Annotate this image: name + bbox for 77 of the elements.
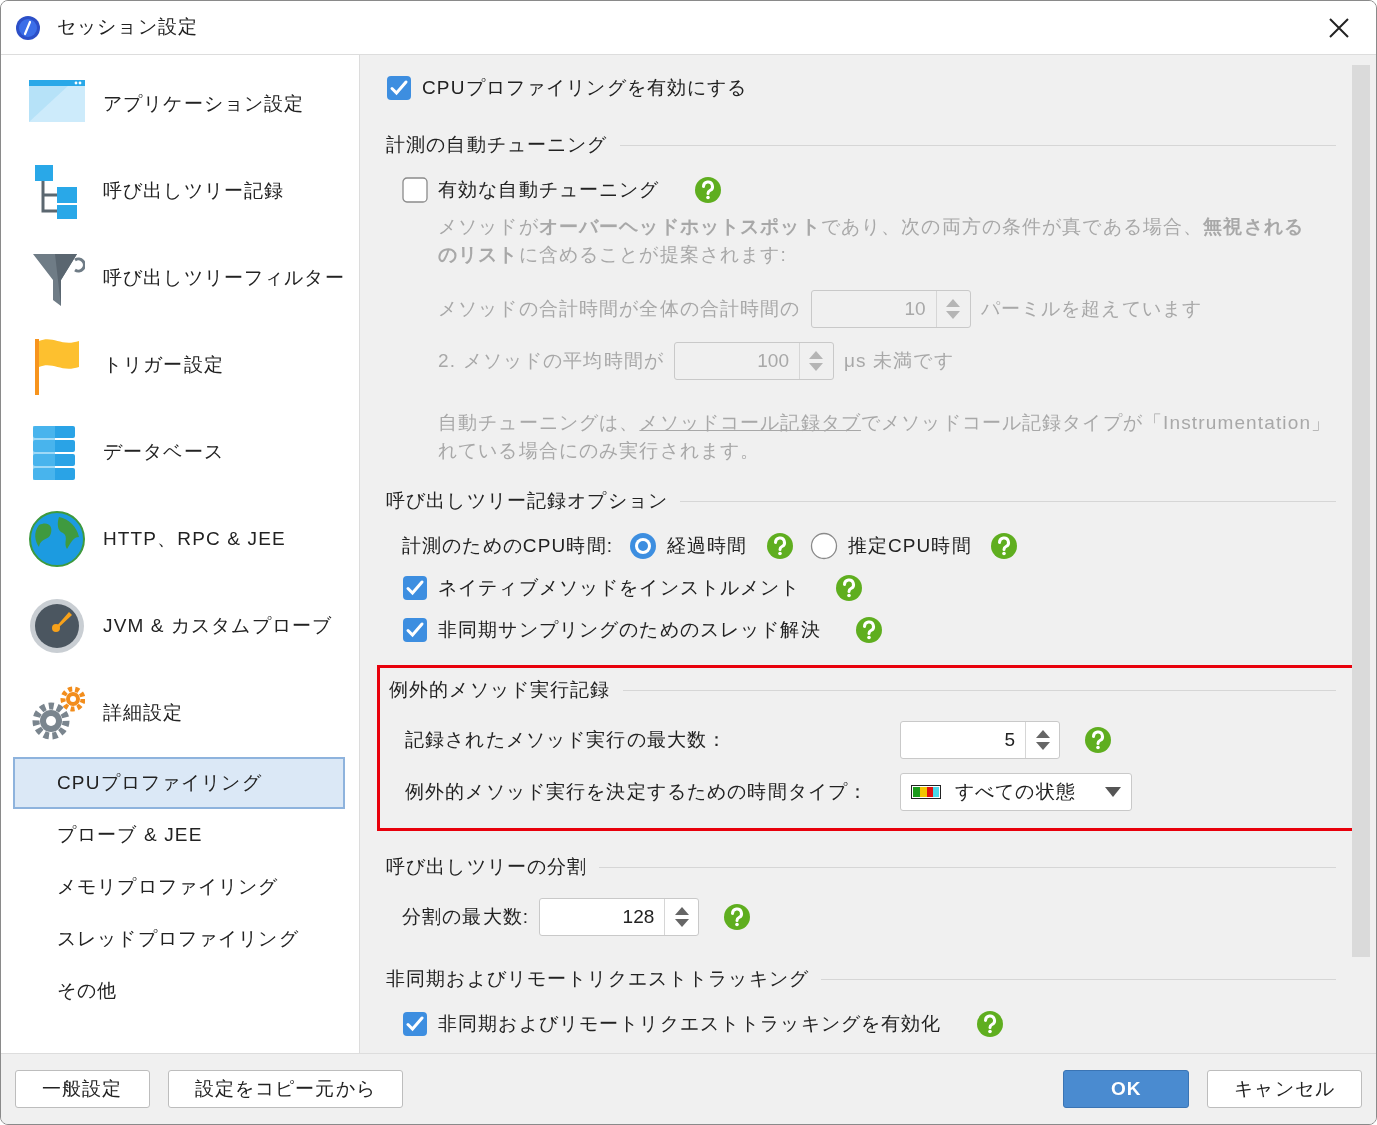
description-text: 自動チューニングは、メソッドコール記録タブでメソッドコール記録タイプが「Instrumentation」 れている場合にのみ実行されます。 [437, 411, 1333, 463]
dropdown-caret-icon [1105, 787, 1121, 797]
unit-text: パーミルを超えています [980, 296, 1203, 321]
stepper-arrows-icon[interactable] [673, 905, 690, 929]
close-icon[interactable] [1328, 16, 1350, 39]
sidebar-subitem[interactable]: CPUプロファイリング [13, 757, 345, 809]
gauge-icon [29, 597, 85, 656]
checkbox-label: 非同期サンプリングのためのスレッド解決 [438, 617, 821, 642]
sidebar-subitem[interactable]: メモリプロファイリング [13, 861, 345, 913]
help-icon[interactable] [989, 532, 1018, 560]
window-title: セッション設定 [57, 15, 199, 40]
help-icon[interactable] [1084, 726, 1112, 754]
radio-label: 推定CPU時間 [847, 533, 972, 558]
sidebar-item[interactable]: データベース [13, 409, 347, 496]
sidebar-item[interactable]: アプリケーション設定 [13, 61, 347, 148]
checkbox[interactable] [402, 1011, 428, 1037]
stepper-arrows-icon[interactable] [1034, 728, 1051, 752]
radio-label: 経過時間 [667, 533, 748, 558]
dialog-button[interactable]: 設定をコピー元から [167, 1070, 403, 1108]
sidebar-item-label: 詳細設定 [103, 701, 184, 726]
sidebar-item-label: アプリケーション設定 [103, 92, 305, 117]
number-spinner: 10 [810, 290, 971, 328]
dialog-button[interactable]: 一般設定 [15, 1070, 150, 1108]
radio-button[interactable] [809, 532, 838, 560]
sidebar-item[interactable]: 呼び出しツリーフィルター [13, 235, 347, 322]
help-icon[interactable] [765, 532, 794, 560]
sidebar-item-label: データベース [103, 440, 224, 465]
help-icon[interactable] [975, 1010, 1004, 1038]
sidebar-item[interactable]: 呼び出しツリー記録 [13, 148, 347, 235]
section-title: 例外的メソッド実行記録 [389, 677, 611, 702]
sidebar-item-label: トリガー設定 [103, 353, 224, 378]
section-title: 非同期およびリモートリクエストトラッキング [386, 966, 809, 991]
checkbox-label: CPUプロファイリングを有効にする [422, 75, 748, 100]
sidebar-item-label: 呼び出しツリーフィルター [103, 266, 345, 291]
number-spinner[interactable]: 128 [539, 898, 700, 936]
radio-button[interactable] [629, 532, 658, 560]
sidebar-item[interactable]: HTTP、RPC & JEE [13, 496, 347, 583]
help-icon[interactable] [834, 574, 863, 602]
sidebar-item-label: HTTP、RPC & JEE [103, 527, 286, 552]
checkbox[interactable] [402, 575, 428, 601]
checkbox-label: ネイティブメソッドをインストルメント [438, 575, 801, 600]
time-type-dropdown[interactable]: すべての状態 [900, 773, 1132, 811]
field-label: 記録されたメソッド実行の最大数： [405, 727, 729, 752]
color-strip-icon [911, 785, 941, 799]
sidebar-item[interactable]: トリガー設定 [13, 322, 347, 409]
app-icon [15, 14, 41, 41]
unit-text: μs 未満です [843, 348, 954, 373]
field-label: 計測のためのCPU時間: [402, 533, 614, 558]
section-title: 計測の自動チューニング [386, 132, 608, 157]
checkbox[interactable] [402, 617, 428, 643]
help-icon[interactable] [693, 176, 722, 204]
sidebar-subitem[interactable]: プローブ & JEE [13, 809, 345, 861]
ok-button[interactable]: OK [1063, 1070, 1190, 1108]
dialog-button[interactable]: キャンセル [1207, 1070, 1362, 1108]
checkbox-label: 有効な自動チューニング [438, 177, 660, 202]
sidebar-item-label: JVM & カスタムプローブ [103, 614, 333, 639]
scrollbar[interactable] [1352, 65, 1370, 957]
field-label: 分割の最大数: [402, 904, 530, 929]
sidebar-item-label: 呼び出しツリー記録 [103, 179, 285, 204]
sidebar-item[interactable]: 詳細設定 [13, 670, 347, 757]
help-icon[interactable] [854, 616, 883, 644]
number-spinner: 100 [673, 342, 834, 380]
globe-icon [29, 510, 85, 569]
section-title: 呼び出しツリー記録オプション [386, 488, 668, 513]
section-title: 呼び出しツリーの分割 [386, 854, 588, 879]
sidebar-subitem[interactable]: スレッドプロファイリング [13, 913, 345, 965]
description-text: メソッドがオーバーヘッドホットスポットであり、次の両方の条件が真である場合、無視される のリストに含めることが提案されます: [437, 215, 1306, 267]
field-label: 2. メソッドの平均時間が [438, 348, 664, 373]
number-spinner[interactable]: 5 [900, 721, 1060, 759]
help-icon[interactable] [723, 903, 752, 931]
field-label: 例外的メソッド実行を決定するための時間タイプ： [405, 779, 870, 804]
checkbox-label: 非同期およびリモートリクエストトラッキングを有効化 [438, 1011, 942, 1036]
checkbox[interactable] [386, 75, 412, 101]
field-label: メソッドの合計時間が全体の合計時間の [438, 296, 801, 321]
sidebar-subitem[interactable]: その他 [13, 965, 345, 1017]
checkbox[interactable] [402, 177, 428, 203]
sidebar-item[interactable]: JVM & カスタムプローブ [13, 583, 347, 670]
